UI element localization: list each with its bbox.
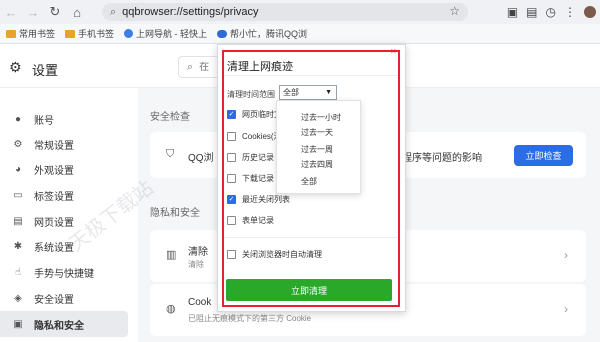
home-icon[interactable]: ⌂ bbox=[66, 0, 88, 24]
globe-icon bbox=[124, 29, 134, 38]
settings-sidebar: ● 账号 ⚙ 常规设置 ◕ 外观设置 ▭ 标签设置 ▤ 网页设置 ✱ 系统设置 ☝ 手势与快捷… bbox=[0, 88, 138, 342]
option-downloads[interactable]: 下载记录 bbox=[227, 172, 274, 184]
cookie-icon: ◍ bbox=[166, 303, 176, 315]
checkbox[interactable] bbox=[227, 173, 236, 183]
chevron-right-icon: › bbox=[564, 302, 568, 316]
option-history[interactable]: 历史记录 bbox=[227, 151, 274, 163]
gear-icon: ⚙ bbox=[9, 59, 22, 75]
checkbox[interactable] bbox=[227, 249, 236, 259]
bookmark-item[interactable]: 帮小忙，腾讯QQ浏 bbox=[217, 27, 307, 40]
address-bar[interactable]: ⌕ qqbrowser://settings/privacy ☆ bbox=[102, 3, 468, 21]
dropdown-option[interactable]: 过去四周 bbox=[301, 159, 333, 170]
section-title-security: 安全检查 bbox=[150, 112, 190, 123]
sidebar-item-general[interactable]: ⚙ 常规设置 bbox=[0, 131, 128, 157]
page-title: 设置 bbox=[32, 63, 59, 78]
palette-icon: ◕ bbox=[14, 163, 22, 175]
system-icon: ✱ bbox=[13, 240, 23, 252]
clear-data-title: 清除 bbox=[188, 247, 208, 258]
search-icon: ⌕ bbox=[110, 5, 117, 18]
forward-icon[interactable]: → bbox=[22, 0, 44, 24]
search-icon: ⌕ bbox=[187, 60, 194, 73]
check-now-button[interactable]: 立即检查 bbox=[514, 145, 573, 166]
shield-icon: ⛉ bbox=[166, 148, 175, 160]
gear-icon: ⚙ bbox=[13, 138, 23, 150]
time-range-dropdown: 过去一小时 过去一天 过去一周 过去四周 全部 bbox=[276, 100, 361, 194]
sidebar-item-gestures[interactable]: ☝ 手势与快捷键 bbox=[0, 259, 128, 285]
chevron-right-icon: › bbox=[564, 248, 568, 262]
cookie-subtitle: 已阻止无痕模式下的第三方 Cookie bbox=[188, 314, 312, 323]
sidebar-item-webpage[interactable]: ▤ 网页设置 bbox=[0, 208, 128, 234]
dropdown-option[interactable]: 全部 bbox=[301, 176, 317, 187]
sidebar-item-security[interactable]: ◈ 安全设置 bbox=[0, 285, 128, 311]
sidebar-item-privacy[interactable]: ▣ 隐私和安全 bbox=[0, 311, 128, 337]
sidebar-item-tabs[interactable]: ▭ 标签设置 bbox=[0, 182, 128, 208]
shield-icon: ◈ bbox=[14, 292, 22, 304]
close-icon[interactable]: ✕ bbox=[390, 47, 397, 56]
history-icon[interactable]: ◷ bbox=[546, 5, 556, 19]
time-range-value: 全部 bbox=[283, 88, 299, 97]
person-icon: ● bbox=[14, 113, 22, 125]
cookie-title: Cook bbox=[188, 297, 212, 308]
checkbox[interactable] bbox=[227, 152, 236, 162]
option-cache[interactable]: ✓ 网页临时文 bbox=[227, 108, 282, 120]
divider bbox=[224, 75, 398, 76]
bookmark-item[interactable]: 手机书签 bbox=[65, 27, 114, 40]
checkbox-checked[interactable]: ✓ bbox=[227, 194, 236, 204]
reload-icon[interactable]: ↻ bbox=[44, 0, 66, 24]
security-card-text-right: 程序等问题的影响 bbox=[402, 153, 482, 164]
section-title-privacy: 隐私和安全 bbox=[150, 208, 200, 219]
chevron-down-icon: ▼ bbox=[325, 89, 332, 96]
security-card-text: QQ浏 bbox=[188, 153, 214, 164]
time-range-label: 清理时间范围 bbox=[227, 90, 275, 99]
back-icon[interactable]: ← bbox=[0, 0, 22, 24]
checkbox[interactable] bbox=[227, 215, 236, 225]
tabs-icon: ▭ bbox=[13, 189, 23, 201]
sidebar-item-account[interactable]: ● 账号 bbox=[0, 106, 128, 132]
time-range-select[interactable]: 全部 ▼ bbox=[279, 85, 337, 100]
dropdown-option[interactable]: 过去一周 bbox=[301, 144, 333, 155]
extension-icon[interactable]: ▣ bbox=[507, 5, 518, 19]
checkbox-checked[interactable]: ✓ bbox=[227, 109, 236, 119]
option-cookies[interactable]: Cookies(清 bbox=[227, 130, 282, 142]
dialog-title: 清理上网痕迹 bbox=[227, 61, 293, 73]
star-icon[interactable]: ☆ bbox=[449, 4, 460, 18]
collections-icon[interactable]: ▤ bbox=[526, 5, 537, 19]
cloud-icon bbox=[217, 29, 228, 38]
bookmark-item[interactable]: 上网导航 - 轻快上 bbox=[124, 27, 207, 40]
clear-now-button[interactable]: 立即清理 bbox=[226, 279, 392, 301]
dropdown-option[interactable]: 过去一天 bbox=[301, 127, 333, 138]
option-auto-clear[interactable]: 关闭浏览器时自动清理 bbox=[227, 248, 322, 260]
sidebar-item-system[interactable]: ✱ 系统设置 bbox=[0, 233, 128, 259]
lock-icon: ▣ bbox=[13, 318, 23, 330]
bookmarks-bar: 常用书签 手机书签 上网导航 - 轻快上 帮小忙，腾讯QQ浏 bbox=[0, 24, 600, 44]
webpage-icon: ▤ bbox=[13, 215, 23, 227]
folder-icon bbox=[65, 29, 76, 38]
sidebar-item-appearance[interactable]: ◕ 外观设置 bbox=[0, 156, 128, 182]
divider bbox=[224, 237, 398, 238]
dropdown-option[interactable]: 过去一小时 bbox=[301, 112, 341, 123]
trash-icon: ▥ bbox=[166, 249, 177, 261]
avatar[interactable] bbox=[584, 6, 596, 18]
menu-icon[interactable]: ⋮ bbox=[564, 5, 576, 19]
browser-toolbar: ← → ↻ ⌂ ⌕ qqbrowser://settings/privacy ☆… bbox=[0, 0, 600, 24]
toolbar-actions: ▣ ▤ ◷ ⋮ bbox=[507, 0, 596, 24]
clear-data-subtitle: 清除 bbox=[188, 260, 204, 269]
folder-icon bbox=[6, 29, 16, 38]
hand-icon: ☝ bbox=[14, 266, 22, 278]
bookmark-item[interactable]: 常用书签 bbox=[6, 27, 55, 40]
option-recently-closed[interactable]: ✓ 最近关闭列表 bbox=[227, 193, 290, 205]
option-forms[interactable]: 表单记录 bbox=[227, 214, 274, 226]
checkbox[interactable] bbox=[227, 131, 236, 141]
address-url[interactable]: qqbrowser://settings/privacy bbox=[122, 6, 258, 18]
